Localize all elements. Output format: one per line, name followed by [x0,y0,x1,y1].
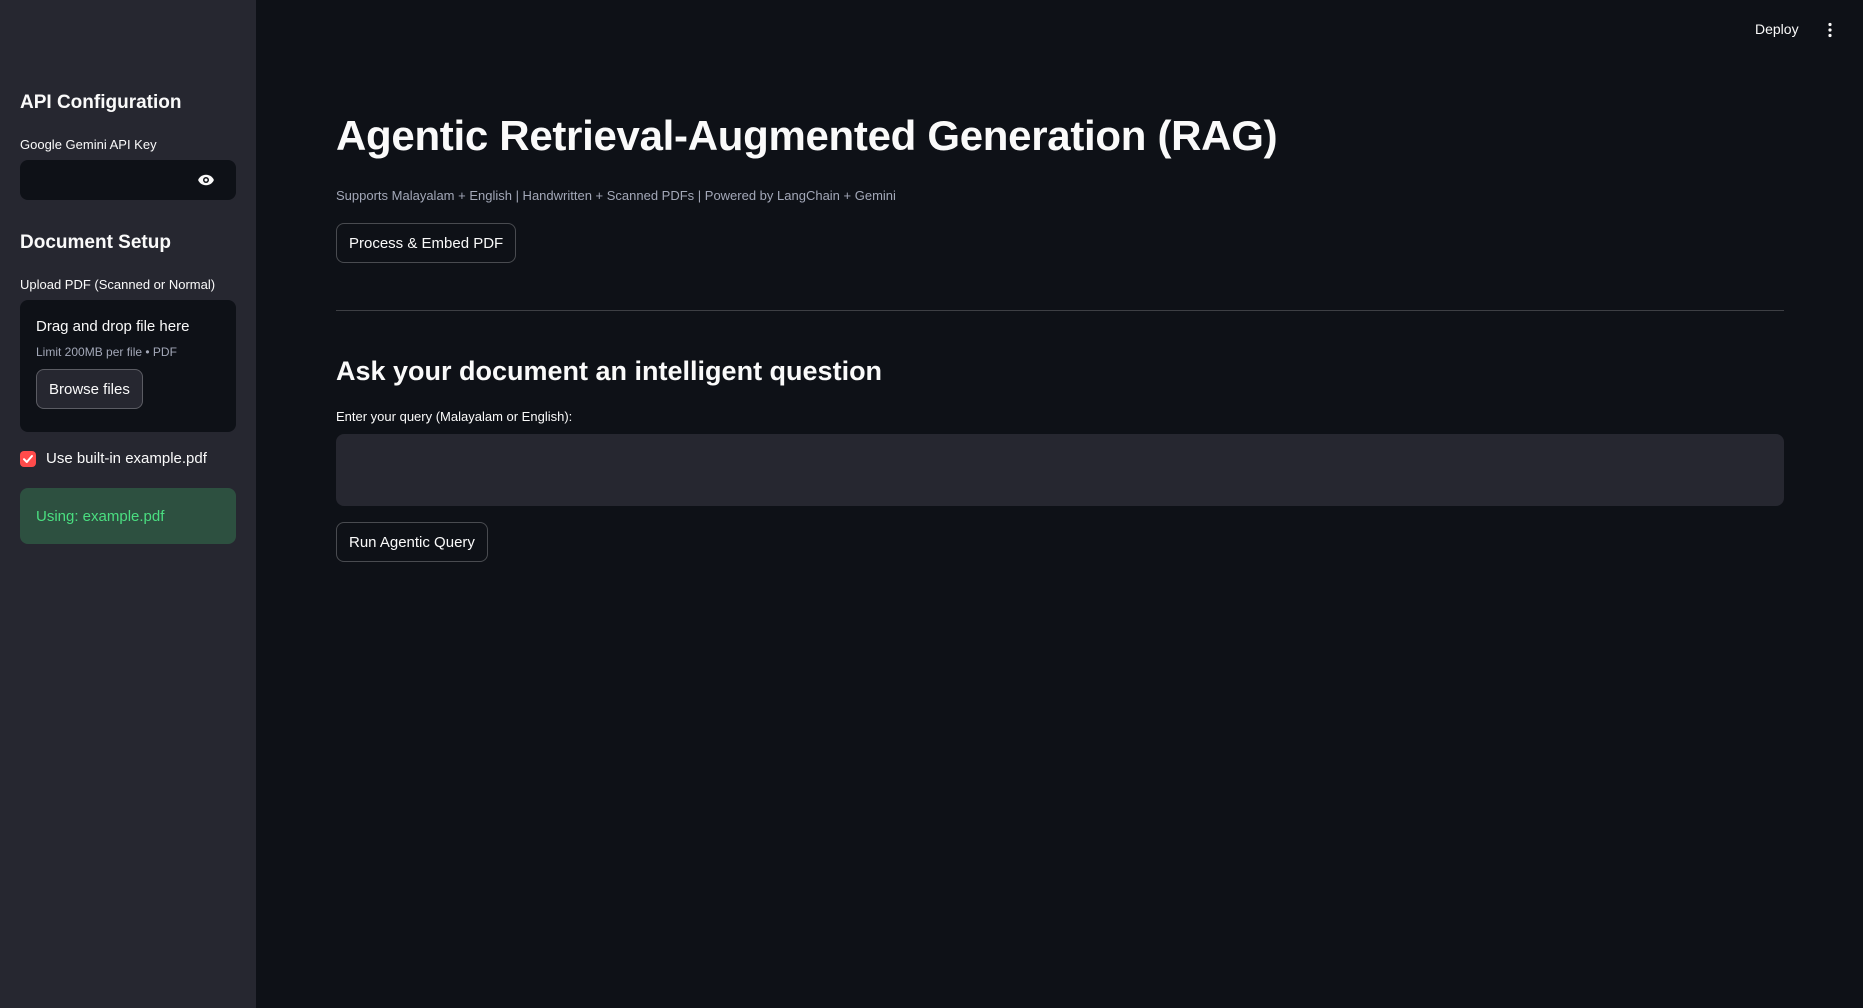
dropzone-title: Drag and drop file here [36,318,190,335]
kebab-menu-icon[interactable] [1826,22,1834,38]
checkmark-icon [23,454,33,463]
page-caption: Supports Malayalam + English | Handwritt… [336,188,896,203]
run-query-button[interactable]: Run Agentic Query [336,522,488,562]
dropzone-limit: Limit 200MB per file • PDF [36,345,177,359]
page-title: Agentic Retrieval-Augmented Generation (… [336,112,1278,159]
query-label: Enter your query (Malayalam or English): [336,409,573,424]
process-embed-button[interactable]: Process & Embed PDF [336,223,517,263]
upload-label: Upload PDF (Scanned or Normal) [20,277,216,292]
success-alert: Using: example.pdf [20,488,236,544]
document-setup-heading: Document Setup [20,232,171,253]
browse-files-button[interactable]: Browse files [36,369,143,409]
api-key-label: Google Gemini API Key [20,137,157,152]
checkbox-label: Use built-in example.pdf [46,450,207,467]
sidebar: API Configuration Google Gemini API Key … [0,0,256,1008]
divider [336,310,1784,311]
query-section-heading: Ask your document an intelligent questio… [336,356,883,386]
checkbox-checked[interactable] [20,450,36,467]
app-root: API Configuration Google Gemini API Key … [0,0,1863,1008]
file-dropzone[interactable]: Drag and drop file here Limit 200MB per … [20,300,236,432]
api-key-field [20,160,236,200]
deploy-button[interactable]: Deploy [1755,21,1799,37]
api-key-input[interactable] [20,160,190,200]
use-example-checkbox[interactable]: Use built-in example.pdf [20,450,207,467]
success-text: Using: example.pdf [36,507,165,525]
api-config-heading: API Configuration [20,92,182,113]
query-input[interactable] [336,434,1784,506]
eye-icon[interactable] [196,171,216,189]
